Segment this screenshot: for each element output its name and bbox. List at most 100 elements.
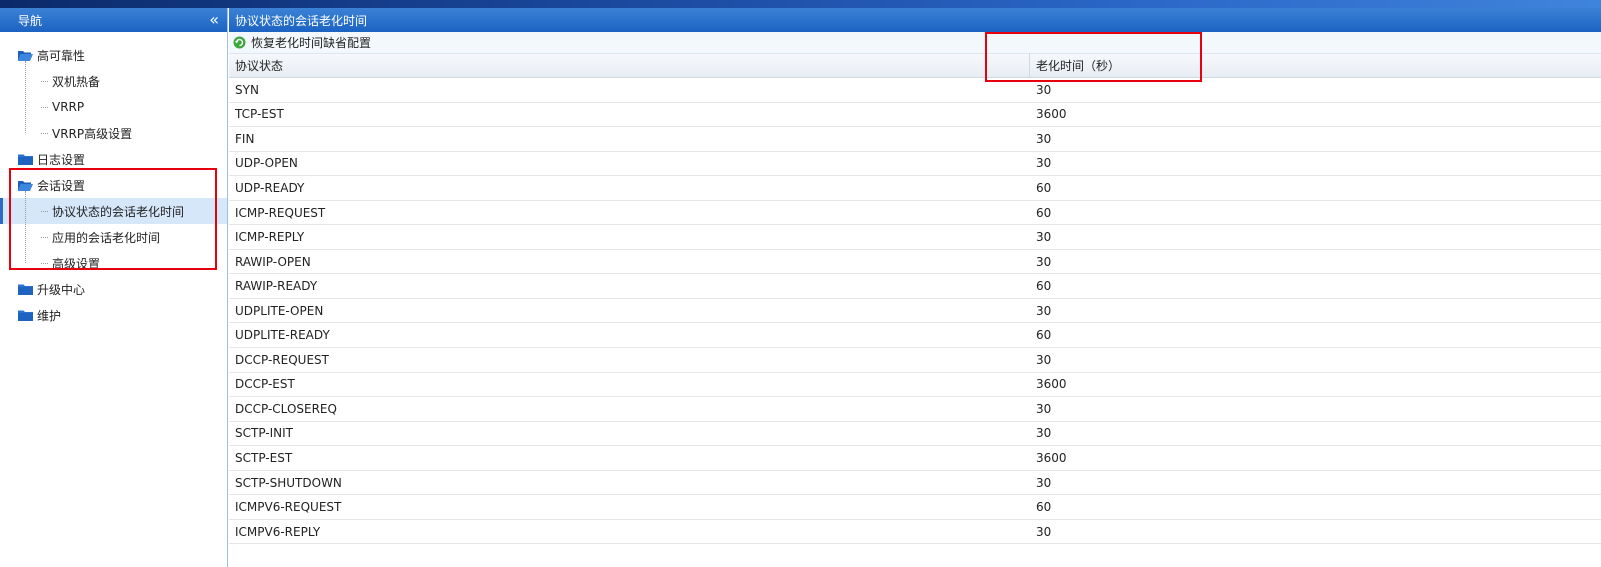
protocol-state-cell: UDP-READY — [235, 180, 305, 195]
nav-tree: 高可靠性双机热备 VRRP VRRP高级设置 日志设置会话设置协议状态的会话老化时间应… — [0, 32, 227, 328]
aging-time-cell[interactable]: 30 — [1030, 353, 1051, 367]
aging-time-cell[interactable]: 30 — [1030, 230, 1051, 244]
table-row[interactable]: DCCP-REQUEST 30 — [229, 348, 1601, 373]
tree-branch-line — [41, 263, 48, 264]
table-row[interactable]: SCTP-EST 3600 — [229, 446, 1601, 471]
aging-time-cell[interactable]: 60 — [1030, 500, 1051, 514]
aging-time-cell[interactable]: 30 — [1030, 525, 1051, 539]
sidebar-subitem-2-0[interactable]: 协议状态的会话老化时间 — [0, 198, 227, 224]
table-row[interactable]: DCCP-EST 3600 — [229, 373, 1601, 398]
tree-branch-line — [41, 107, 48, 108]
main-header: 协议状态的会话老化时间 — [229, 8, 1601, 32]
protocol-state-cell: ICMPV6-REQUEST — [235, 500, 342, 515]
main-panel: 协议状态的会话老化时间 恢复老化时间缺省配置 协议状态 老化时间（秒） SYN 3… — [229, 8, 1601, 567]
folder-open-icon — [18, 180, 33, 191]
aging-time-cell[interactable]: 30 — [1030, 304, 1051, 318]
column-header-protocol-state[interactable]: 协议状态 — [229, 54, 1030, 77]
table-row[interactable]: UDPLITE-READY 60 — [229, 323, 1601, 349]
sidebar-item-0[interactable]: 高可靠性 — [0, 42, 227, 68]
tree-guide-line — [25, 191, 26, 263]
tree-guide-line — [25, 61, 26, 133]
sidebar-title: 导航 — [18, 13, 43, 28]
aging-time-cell[interactable]: 30 — [1030, 476, 1051, 490]
protocol-state-cell: UDPLITE-READY — [235, 328, 330, 343]
table-row[interactable]: SYN 30 — [229, 78, 1601, 103]
aging-time-cell[interactable]: 60 — [1030, 328, 1051, 342]
table-row[interactable]: ICMP-REPLY 30 — [229, 225, 1601, 250]
protocol-state-cell: DCCP-CLOSEREQ — [235, 401, 337, 416]
page-title: 协议状态的会话老化时间 — [235, 13, 368, 28]
table-row[interactable]: RAWIP-READY 60 — [229, 274, 1601, 299]
sidebar-subitem-2-1[interactable]: 应用的会话老化时间 — [0, 224, 227, 250]
table-row[interactable]: ICMP-REQUEST 60 — [229, 201, 1601, 226]
protocol-state-cell: ICMPV6-REPLY — [235, 524, 321, 539]
aging-time-cell[interactable]: 30 — [1030, 83, 1051, 97]
aging-time-cell[interactable]: 60 — [1030, 206, 1051, 220]
sidebar-subitem-label: 双机热备 — [52, 74, 101, 89]
protocol-state-cell: DCCP-EST — [235, 377, 295, 392]
aging-time-cell[interactable]: 3600 — [1030, 377, 1067, 391]
column-header-aging-time[interactable]: 老化时间（秒） — [1030, 54, 1120, 77]
restore-icon — [233, 36, 246, 49]
protocol-state-cell: ICMP-REQUEST — [235, 205, 326, 220]
protocol-state-cell: FIN — [235, 131, 255, 146]
tree-branch-line — [41, 133, 48, 134]
table-row[interactable]: SCTP-INIT 30 — [229, 422, 1601, 447]
sidebar-subitem-label: 高级设置 — [52, 256, 101, 271]
aging-time-cell[interactable]: 3600 — [1030, 107, 1067, 121]
selected-indicator — [0, 198, 3, 224]
folder-icon — [18, 154, 33, 165]
top-banner-strip — [0, 0, 1601, 8]
sidebar-subitem-0-1[interactable]: VRRP — [0, 94, 227, 120]
sidebar-subitem-label: 应用的会话老化时间 — [52, 230, 161, 245]
aging-time-cell[interactable]: 3600 — [1030, 451, 1067, 465]
sidebar-subitem-2-2[interactable]: 高级设置 — [0, 250, 227, 276]
table-row[interactable]: UDP-OPEN 30 — [229, 152, 1601, 177]
aging-time-cell[interactable]: 30 — [1030, 156, 1051, 170]
protocol-state-cell: TCP-EST — [235, 107, 284, 122]
sidebar-item-label: 维护 — [37, 308, 62, 323]
table-row[interactable]: UDP-READY 60 — [229, 176, 1601, 201]
restore-default-label: 恢复老化时间缺省配置 — [251, 36, 372, 50]
sidebar-item-label: 高可靠性 — [37, 48, 86, 63]
table-row[interactable]: DCCP-CLOSEREQ 30 — [229, 397, 1601, 422]
table-row[interactable]: TCP-EST 3600 — [229, 103, 1601, 128]
sidebar-item-label: 升级中心 — [37, 282, 86, 297]
table-row[interactable]: ICMPV6-REQUEST 60 — [229, 495, 1601, 520]
aging-time-cell[interactable]: 30 — [1030, 402, 1051, 416]
protocol-state-cell: UDP-OPEN — [235, 156, 298, 171]
table-row[interactable]: SCTP-SHUTDOWN 30 — [229, 471, 1601, 496]
protocol-state-cell: SCTP-INIT — [235, 426, 294, 441]
protocol-state-cell: ICMP-REPLY — [235, 230, 305, 245]
navigation-sidebar: 导航 « 高可靠性双机热备 VRRP VRRP高级设置 日志设置会话设置协议状态的会话… — [0, 8, 228, 567]
sidebar-item-3[interactable]: 升级中心 — [0, 276, 227, 302]
table-row[interactable]: FIN 30 — [229, 127, 1601, 152]
aging-time-cell[interactable]: 30 — [1030, 426, 1051, 440]
aging-time-cell[interactable]: 30 — [1030, 255, 1051, 269]
protocol-state-cell: RAWIP-READY — [235, 279, 318, 294]
sidebar-subitem-0-2[interactable]: VRRP高级设置 — [0, 120, 227, 146]
protocol-state-cell: SCTP-SHUTDOWN — [235, 475, 342, 490]
table-row[interactable]: RAWIP-OPEN 30 — [229, 250, 1601, 275]
sidebar-item-4[interactable]: 维护 — [0, 302, 227, 328]
sidebar-item-label: 会话设置 — [37, 178, 86, 193]
folder-icon — [18, 310, 33, 321]
toolbar: 恢复老化时间缺省配置 — [229, 32, 1601, 54]
table-header: 协议状态 老化时间（秒） — [229, 54, 1601, 78]
aging-time-cell[interactable]: 60 — [1030, 181, 1051, 195]
sidebar-item-1[interactable]: 日志设置 — [0, 146, 227, 172]
aging-time-cell[interactable]: 30 — [1030, 132, 1051, 146]
sidebar-item-2[interactable]: 会话设置 — [0, 172, 227, 198]
protocol-state-cell: DCCP-REQUEST — [235, 352, 329, 367]
restore-default-button[interactable]: 恢复老化时间缺省配置 — [233, 34, 371, 51]
sidebar-subitem-0-0[interactable]: 双机热备 — [0, 68, 227, 94]
table-row[interactable]: ICMPV6-REPLY 30 — [229, 520, 1601, 545]
collapse-sidebar-icon[interactable]: « — [209, 12, 219, 28]
table-body: SYN 30 TCP-EST 3600 FIN 30 UDP-OPEN 30 UDP-READY… — [229, 78, 1601, 545]
table-row[interactable]: UDPLITE-OPEN 30 — [229, 299, 1601, 324]
aging-time-cell[interactable]: 60 — [1030, 279, 1051, 293]
sidebar-subitem-label: 协议状态的会话老化时间 — [52, 204, 185, 219]
sidebar-subitem-label: VRRP — [52, 100, 85, 114]
tree-branch-line — [41, 211, 48, 212]
protocol-state-cell: SYN — [235, 82, 259, 97]
